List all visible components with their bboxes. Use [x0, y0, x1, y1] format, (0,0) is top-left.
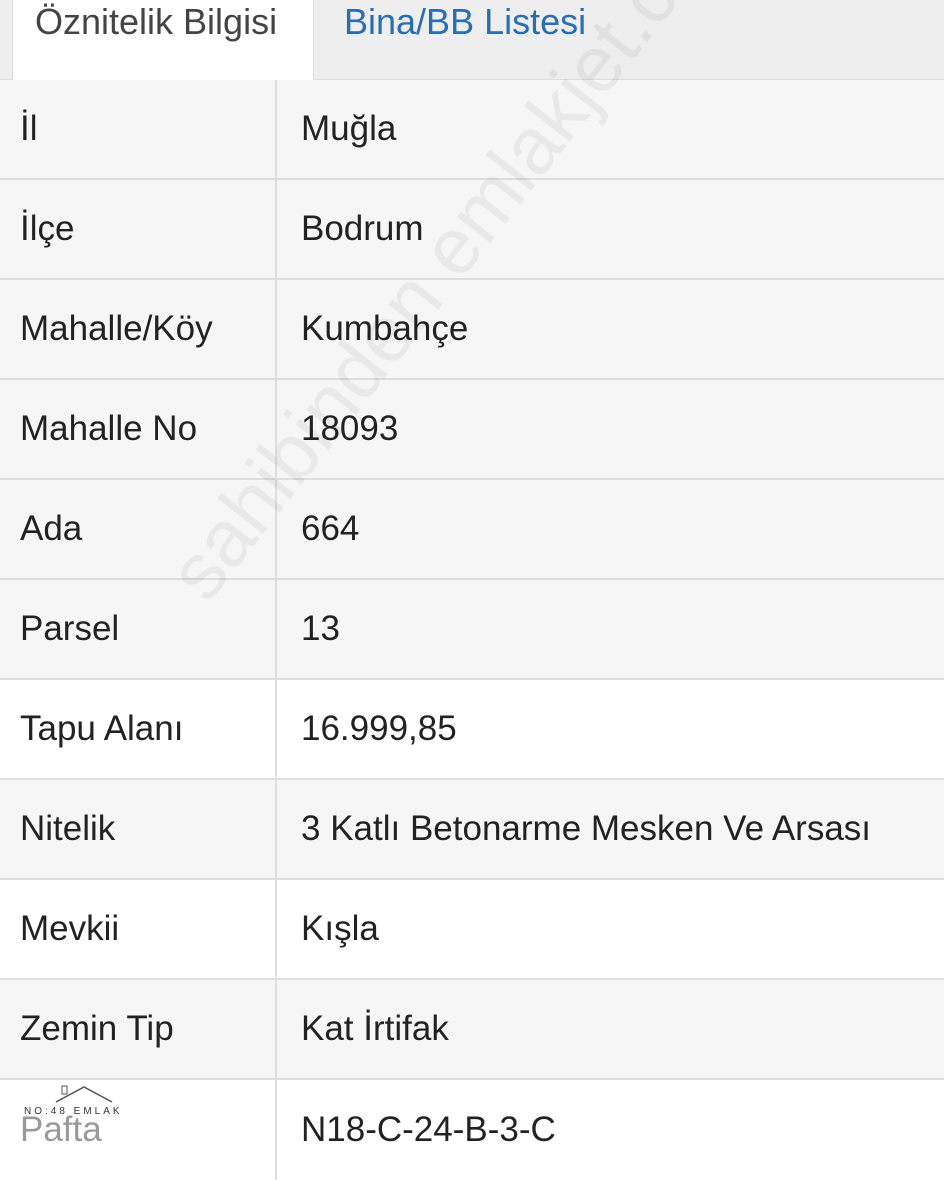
tab-bar: Öznitelik Bilgisi Bina/BB Listesi: [0, 0, 944, 81]
row-value: Kışla: [301, 909, 379, 948]
table-row: Ada 664: [0, 480, 944, 580]
table-row: Parsel 13: [0, 580, 944, 680]
row-value: Kat İrtifak: [301, 1009, 449, 1048]
row-value: Muğla: [301, 109, 397, 148]
table-row: Tapu Alanı 16.999,85: [0, 680, 944, 780]
row-label: Ada: [0, 480, 277, 578]
row-value: 18093: [301, 409, 399, 448]
row-label: Mahalle/Köy: [0, 280, 277, 378]
table-row: Mahalle/Köy Kumbahçe: [0, 280, 944, 380]
parcel-info-page: Öznitelik Bilgisi Bina/BB Listesi İl Muğ…: [0, 0, 944, 1180]
row-label: Pafta: [0, 1080, 277, 1180]
table-row: İl Muğla: [0, 80, 944, 180]
table-row: Zemin Tip Kat İrtifak: [0, 980, 944, 1080]
row-label: Zemin Tip: [0, 980, 277, 1078]
tab-label: Bina/BB Listesi: [344, 1, 587, 42]
row-value: Bodrum: [301, 209, 424, 248]
row-label: Mevkii: [0, 880, 277, 978]
row-label: İl: [0, 80, 277, 178]
row-value: 16.999,85: [301, 709, 457, 748]
row-label: Tapu Alanı: [0, 680, 277, 778]
tab-label: Öznitelik Bilgisi: [35, 1, 278, 42]
row-value: 13: [301, 609, 340, 648]
table-row: Mevkii Kışla: [0, 880, 944, 980]
row-value: Kumbahçe: [301, 309, 469, 348]
table-row: Mahalle No 18093: [0, 380, 944, 480]
row-label: Mahalle No: [0, 380, 277, 478]
tab-bina-bb-listesi[interactable]: Bina/BB Listesi: [344, 0, 644, 80]
table-row: Nitelik 3 Katlı Betonarme Mesken Ve Arsa…: [0, 780, 944, 880]
row-value: N18-C-24-B-3-C: [301, 1110, 556, 1149]
attribute-table: İl Muğla İlçe Bodrum Mahalle/Köy Kumbahç…: [0, 80, 944, 1180]
row-label: Parsel: [0, 580, 277, 678]
table-row: İlçe Bodrum: [0, 180, 944, 280]
row-label: Nitelik: [0, 780, 277, 878]
row-value: 3 Katlı Betonarme Mesken Ve Arsası: [301, 809, 872, 848]
table-row: Pafta N18-C-24-B-3-C: [0, 1080, 944, 1180]
tab-oznitelik-bilgisi[interactable]: Öznitelik Bilgisi: [12, 0, 314, 81]
row-label: İlçe: [0, 180, 277, 278]
row-value: 664: [301, 509, 360, 548]
